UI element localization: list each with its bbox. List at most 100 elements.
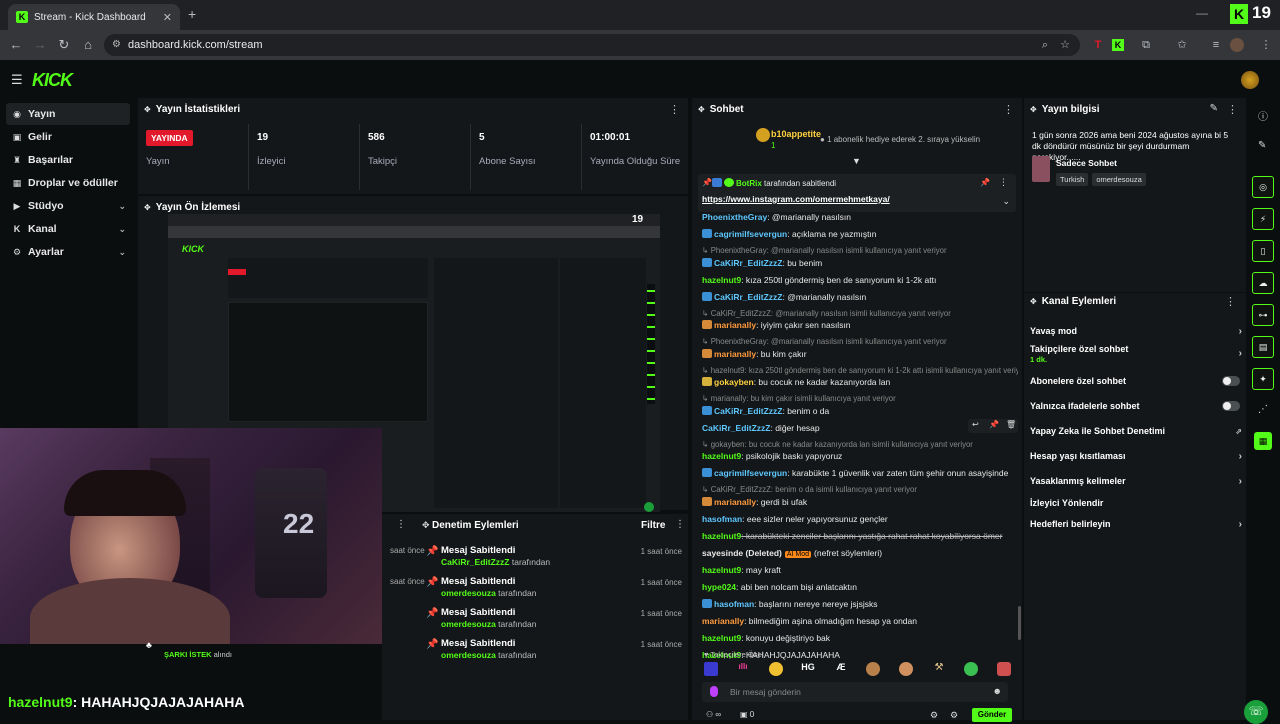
emoji-icon[interactable]: ☻ [993,686,1002,696]
panel-menu-icon[interactable]: ⋮ [669,103,680,116]
sidebar-item-kanal[interactable]: K Kanal ⌄ [6,218,130,240]
chat-username[interactable]: hazelnut9 [702,451,741,461]
panel-menu-icon[interactable]: ⋮ [396,519,406,530]
forward-icon[interactable]: → [30,35,50,55]
emote-6-icon[interactable] [866,662,880,676]
emote-bone-icon[interactable]: ⚒ [932,662,946,676]
chat-message[interactable]: gokayben: bu cocuk ne kadar kazanıyorda … [702,377,1018,387]
chat-message[interactable]: hasofman: başlarını nereye nereye jsjsjs… [702,598,1018,609]
favorites-icon[interactable]: ✩ [1172,35,1192,55]
action-emotes-only[interactable]: Yalnızca ifadelerle sohbet [1030,397,1242,415]
move-handle-icon[interactable]: ✥ [1030,297,1037,306]
sidebar-item-droplar[interactable]: ▦ Droplar ve ödüller [6,172,130,194]
move-handle-icon[interactable]: ✥ [144,203,151,212]
extension-t-icon[interactable]: T [1088,35,1108,55]
mod-action-user[interactable]: omerdesouza [441,588,496,598]
chat-message[interactable]: cagrimilfsevergun: açıklama ne yazmıştın [702,229,1018,239]
rail-link-button[interactable]: ⊶ [1252,304,1274,326]
emote-7-icon[interactable] [899,662,913,676]
emote-2-icon[interactable]: ıllı [736,662,750,676]
chat-username[interactable]: hazelnut9 [702,565,741,575]
emote-3-icon[interactable] [769,662,783,676]
reload-icon[interactable]: ↻ [54,35,74,55]
chat-message[interactable]: marianally: iyiyim çakır sen nasılsın [702,320,1018,330]
rail-camera-button[interactable]: ◎ [1252,176,1274,198]
chat-message[interactable]: hazelnut9: karabükteki zenciler başların… [702,531,1018,541]
chat-username[interactable]: hasofman [702,514,742,524]
chat-settings-icon[interactable]: ⚙ [930,710,938,721]
chat-message[interactable]: CaKiRr_EditZzzZ: bu benim [702,257,1018,268]
extension-kick-icon[interactable]: K [1112,39,1124,51]
mod-action-user[interactable]: CaKiRr_EditZzzZ [441,557,509,567]
chat-message[interactable]: hasofman: eee sizler neler yapıyorsunuz … [702,514,1018,524]
rail-lightning-button[interactable]: ⚡ [1252,208,1274,230]
chat-message[interactable]: CaKiRr_EditZzzZ: benim o da [702,405,1018,416]
chat-message[interactable]: hype024: abi ben nolcam bişi anlatcaktın [702,582,1018,592]
delete-icon[interactable]: 🗑 [1006,420,1016,429]
emote-10-icon[interactable] [997,662,1011,676]
kick-logo[interactable]: KICK [32,70,73,91]
profile-avatar[interactable] [1230,38,1244,52]
chat-username[interactable]: CaKiRr_EditZzzZ [714,258,782,268]
user-avatar[interactable] [1241,71,1259,89]
rail-add-button[interactable]: ▦ [1254,432,1272,450]
mod-action-user[interactable]: omerdesouza [441,619,496,629]
chat-message[interactable]: hazelnut9: may kraft [702,565,1018,575]
chat-username[interactable]: marianally [702,616,744,626]
edit-icon[interactable]: ✎ [1210,103,1218,114]
chat-message[interactable]: marianally: gerdi bi ufak [702,496,1018,507]
home-icon[interactable]: ⌂ [78,35,98,55]
chat-username[interactable]: marianally [714,320,756,330]
emote-9-icon[interactable] [964,662,978,676]
reply-icon[interactable]: ↩ [972,420,979,429]
category-thumbnail[interactable] [1032,156,1050,182]
chat-message[interactable]: CaKiRr_EditZzzZ: @marianally nasılsın [702,291,1018,302]
chat-username[interactable]: cagrimilfsevergun [714,229,787,239]
action-ai-moderation[interactable]: Yapay Zeka ile Sohbet Denetimi ⇗ [1030,422,1242,440]
filter-icon[interactable]: ▼ [852,156,861,166]
back-icon[interactable]: ← [6,35,26,55]
category-name[interactable]: Sadece Sohbet [1056,158,1117,168]
rail-chat-button[interactable]: ☁ [1252,272,1274,294]
rail-page-button[interactable]: ▯ [1252,240,1274,262]
address-bar[interactable]: ⚙ dashboard.kick.com/stream ⌕ ☆ [104,34,1080,56]
chat-input[interactable]: Bir mesaj gönderin ☻ [702,682,1008,702]
rail-tools-button[interactable]: ✦ [1252,368,1274,390]
pinned-link[interactable]: https://www.instagram.com/omermehmetkaya… [702,194,890,204]
chat-username[interactable]: hazelnut9 [702,531,741,541]
sidebar-item-ayarlar[interactable]: ⚙ Ayarlar ⌄ [6,241,130,263]
pinned-menu-icon[interactable]: ⋮ [999,177,1008,188]
close-tab-icon[interactable]: ✕ [163,11,172,24]
minimize-icon[interactable]: — [1196,6,1208,20]
panel-menu-icon[interactable]: ⋮ [1225,295,1236,308]
action-host[interactable]: İzleyici Yönlendir [1030,494,1242,512]
microphone-icon[interactable] [710,686,718,697]
action-goals[interactable]: Hedefleri belirleyin › [1030,515,1242,533]
emotes-only-toggle[interactable] [1222,401,1240,411]
rail-share-icon[interactable]: ⋰ [1258,404,1268,415]
chat-username[interactable]: hazelnut9 [702,275,741,285]
chat-username[interactable]: PhoenixtheGray [702,212,767,222]
chevron-down-icon[interactable]: ⌄ [1002,196,1010,207]
sidebar-item-yayin[interactable]: ◉ Yayın [6,103,130,125]
hamburger-menu-icon[interactable]: ☰ [11,72,23,88]
zoom-icon[interactable]: ⌕ [1042,34,1048,56]
move-handle-icon[interactable]: ✥ [144,105,151,114]
chat-message[interactable]: cagrimilfsevergun: karabükte 1 güvenlik … [702,468,1018,478]
mod-action-user[interactable]: omerdesouza [441,650,496,660]
chat-message[interactable]: marianally: bu kim çakır [702,348,1018,359]
chat-username[interactable]: marianally [714,497,756,507]
bookmark-star-icon[interactable]: ☆ [1060,34,1070,56]
chat-reply-context[interactable]: ↳ CaKiRr_EditZzzZ: @marianally nasılsın … [702,309,1018,318]
pinned-user[interactable]: BotRix [736,179,762,188]
chat-username[interactable]: CaKiRr_EditZzzZ [714,292,782,302]
sidebar-item-studyo[interactable]: ▶ Stüdyo ⌄ [6,195,130,217]
users-icon[interactable]: ⚇ ∞ [706,710,721,719]
chat-message[interactable]: hazelnut9: psikolojik baskı yapıyoruz [702,451,1018,461]
downloads-icon[interactable]: ≡ [1206,35,1226,55]
browser-tab[interactable]: K Stream - Kick Dashboard ✕ [8,4,180,30]
chat-reply-context[interactable]: ↳ marianally: bu kim çakır isimli kullan… [702,394,1018,403]
chat-username[interactable]: hasofman [714,599,754,609]
subs-only-toggle[interactable] [1222,376,1240,386]
tag[interactable]: Turkish [1056,173,1089,186]
